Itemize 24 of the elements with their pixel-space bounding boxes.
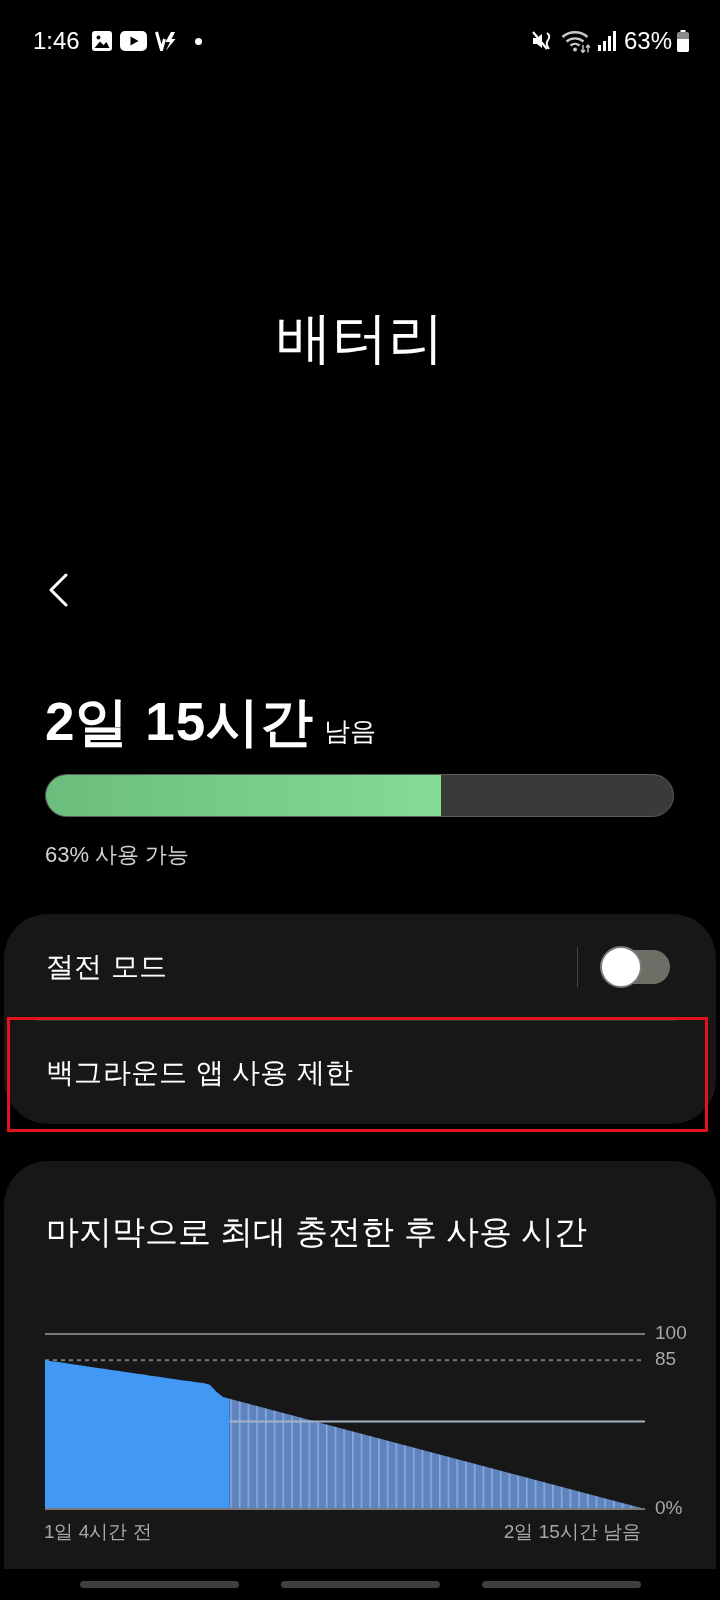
toggle-switch[interactable] [600,945,670,988]
remaining-label: 남음 [324,716,377,746]
signal-icon [597,31,616,51]
time-remaining: 2일 15시간 [45,692,315,752]
video-play-icon [119,31,147,51]
setting-label: 절전 모드 [46,949,168,984]
menu-item[interactable]: 백그라운드 앱 사용 제한 [46,1054,354,1091]
battery-percent: 63% [623,27,672,55]
notification-dot-icon [194,37,202,45]
x-axis-label: 2일 15시간 남음 [503,1521,642,1542]
wifi-icon [560,29,591,53]
mute-icon [530,30,553,52]
battery-available-text: 63% 사용 가능 [45,841,190,869]
v-bolt-icon [154,31,176,51]
battery-icon [677,30,689,52]
back-icon [48,573,68,607]
section-title: 마지막으로 최대 충전한 후 사용 시간 [46,1212,587,1252]
page-title: 배터리 [276,305,444,371]
y-tick-label: 0% [655,1497,683,1518]
y-tick-label: 85 [655,1348,677,1370]
x-axis-label: 1일 4시간 전 [43,1521,152,1542]
status-time: 1:46 [33,27,80,55]
y-tick-label: 100 [655,1322,687,1343]
gallery-icon [91,31,112,51]
